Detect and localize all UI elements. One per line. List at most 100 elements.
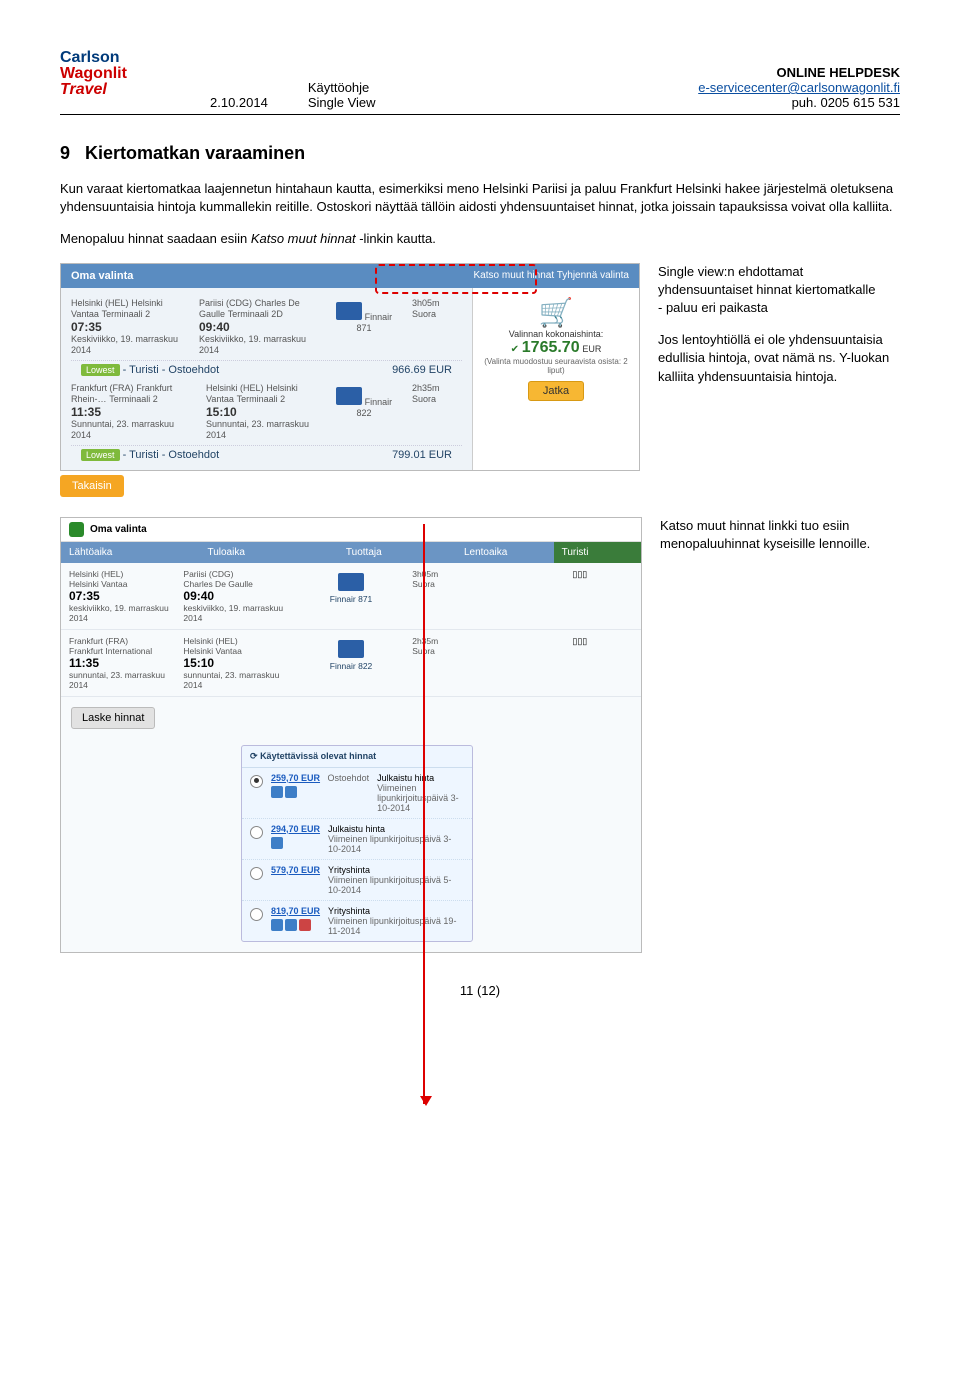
col-carrier: Tuottaja [338,542,456,563]
duration: 2h35m [412,636,518,646]
flight-duration: 2h35m [412,383,440,393]
col-arrive: Tuloaika [199,542,337,563]
cart-panel: 🛒 Valinnan kokonaishinta: ✔ 1765.70 EUR … [472,288,639,470]
stops: Suora [412,579,518,589]
col-depart: Lähtöaika [61,542,199,563]
arr-date: sunnuntai, 23. marraskuu 2014 [183,670,289,690]
cart-currency: EUR [582,344,601,354]
price-amount[interactable]: 259,70 EUR [271,773,320,783]
header-date: 2.10.2014 [210,95,268,110]
shield-icon [69,522,84,537]
dep-code: Frankfurt (FRA) [71,383,134,393]
price-amount[interactable]: 579,70 EUR [271,865,320,875]
calculate-prices-button[interactable]: Laske hinnat [71,707,155,729]
shot-header: Oma valinta Katso muut hinnat Tyhjennä v… [61,264,639,288]
arr-name: Helsinki Vantaa [183,646,289,656]
fare-flag-icon [271,786,283,798]
dep-date: keskiviikko, 19. marraskuu 2014 [69,603,175,623]
flight-number[interactable]: Finnair 871 [356,312,392,333]
dep-term: Terminaali 2 [109,394,158,404]
arr-code: Helsinki (HEL) [206,383,264,393]
annotation-right-2: Katso muut hinnat linkki tuo esiin menop… [660,517,900,953]
logo-line: Wagonlit [60,66,170,82]
available-prices-panel: ⟳ Käytettävissä olevat hinnat 259,70 EUR… [241,745,473,942]
flight-stops: Suora [412,394,436,404]
dep-code: Helsinki (HEL) [69,569,175,579]
fare-flag-icon [299,919,311,931]
leg-price: 966.69 EUR [392,364,452,376]
annotation-p3: Katso muut hinnat linkki tuo esiin menop… [660,517,900,553]
airline-icon [336,387,362,405]
price-option-row[interactable]: 259,70 EUR Ostoehdot Julkaistu hintaViime… [242,768,472,819]
dep-name: Frankfurt International [69,646,175,656]
arr-name: Charles De Gaulle [183,579,289,589]
price-radio[interactable] [250,826,263,839]
continue-button[interactable]: Jatka [528,381,584,401]
page-header: Carlson Wagonlit Travel 2.10.2014 Käyttö… [60,50,900,115]
back-button[interactable]: Takaisin [60,475,124,497]
price-terms-link[interactable]: Ostoehdot [328,773,370,783]
price-radio[interactable] [250,908,263,921]
annotation-p2: Jos lentoyhtiöllä ei ole yhdensuuntaisia… [658,331,900,386]
col-class: Turisti [554,542,641,563]
price-category: Julkaistu hinta [377,773,464,783]
flight-number[interactable]: Finnair 871 [298,594,404,604]
fare-histogram-icon: ▯▯▯ [527,636,633,690]
section-title: 9 Kiertomatkan varaaminen [60,143,900,164]
leg-price: 799.01 EUR [392,449,452,461]
price-radio[interactable] [250,867,263,880]
header-left-meta: 2.10.2014 [210,95,268,110]
flight-leg-row: Helsinki (HEL) Helsinki Vantaa Terminaal… [71,294,462,361]
shot-header-links[interactable]: Katso muut hinnat Tyhjennä valinta [474,270,629,282]
fare-flag-icon [271,919,283,931]
header-right-meta: ONLINE HELPDESK e-servicecenter@carlsonw… [698,65,900,110]
dep-date: Sunnuntai, 23. marraskuu 2014 [71,419,174,440]
shot2-oma-valinta: Oma valinta [61,518,641,542]
col-duration: Lentoaika [456,542,554,563]
helpdesk-email-link[interactable]: e-servicecenter@carlsonwagonlit.fi [698,80,900,95]
fare-flag-icon [285,919,297,931]
flight-number[interactable]: Finnair 822 [298,661,404,671]
stops: Suora [412,646,518,656]
price-radio[interactable] [250,775,263,788]
arr-date: Keskiviikko, 19. marraskuu 2014 [199,334,306,355]
arr-term: Terminaali 2D [228,309,283,319]
refresh-icon[interactable]: ⟳ [250,751,258,761]
prices-title: Käytettävissä olevat hinnat [260,751,376,761]
dep-date: sunnuntai, 23. marraskuu 2014 [69,670,175,690]
prices-header: ⟳ Käytettävissä olevat hinnat [242,746,472,768]
flight-leg-row: Frankfurt (FRA) Frankfurt Rhein-… Termin… [71,379,462,446]
fare-class: - Turisti - Ostoehdot [123,449,220,461]
price-deadline: Viimeinen lipunkirjoituspäivä 3-10-2014 [377,783,464,813]
flight-number[interactable]: Finnair 822 [356,397,392,418]
price-category: Yrityshinta [328,906,464,916]
dep-term: Terminaali 2 [102,309,151,319]
header-doc-type: Käyttöohje [308,80,376,95]
dep-time: 07:35 [71,320,181,334]
price-deadline: Viimeinen lipunkirjoituspäivä 3-10-2014 [328,834,464,854]
arr-term: Terminaali 2 [237,394,286,404]
price-amount[interactable]: 294,70 EUR [271,824,320,834]
annotation-right-1: Single view:n ehdottamat yhdensuuntaiset… [658,263,900,497]
section-heading: Kiertomatkan varaaminen [85,143,305,163]
price-option-row[interactable]: 294,70 EURJulkaistu hintaViimeinen lipun… [242,819,472,860]
shot2-row: Helsinki (HEL) Helsinki Vantaa 07:35 kes… [61,563,641,630]
section-number: 9 [60,143,70,163]
arr-time: 09:40 [199,320,316,334]
cart-label: Valinnan kokonaishinta: [481,329,631,339]
arr-code: Helsinki (HEL) [183,636,289,646]
price-deadline: Viimeinen lipunkirjoituspäivä 19-11-2014 [328,916,464,936]
arr-time: 15:10 [183,656,289,670]
price-option-row[interactable]: 579,70 EURYrityshintaViimeinen lipunkirj… [242,860,472,901]
airline-icon [336,302,362,320]
cart-total: 1765.70 [522,339,580,356]
shot2-column-header: Lähtöaika Tuloaika Tuottaja Lentoaika Tu… [61,542,641,563]
airline-icon [338,640,364,658]
fare-flag-icon [271,837,283,849]
price-amount[interactable]: 819,70 EUR [271,906,320,916]
lowest-badge: Lowest [81,449,120,461]
helpdesk-title: ONLINE HELPDESK [698,65,900,80]
price-option-row[interactable]: 819,70 EUR YrityshintaViimeinen lipunkirj… [242,901,472,941]
check-icon: ✔ [511,344,519,355]
arr-code: Pariisi (CDG) [183,569,289,579]
